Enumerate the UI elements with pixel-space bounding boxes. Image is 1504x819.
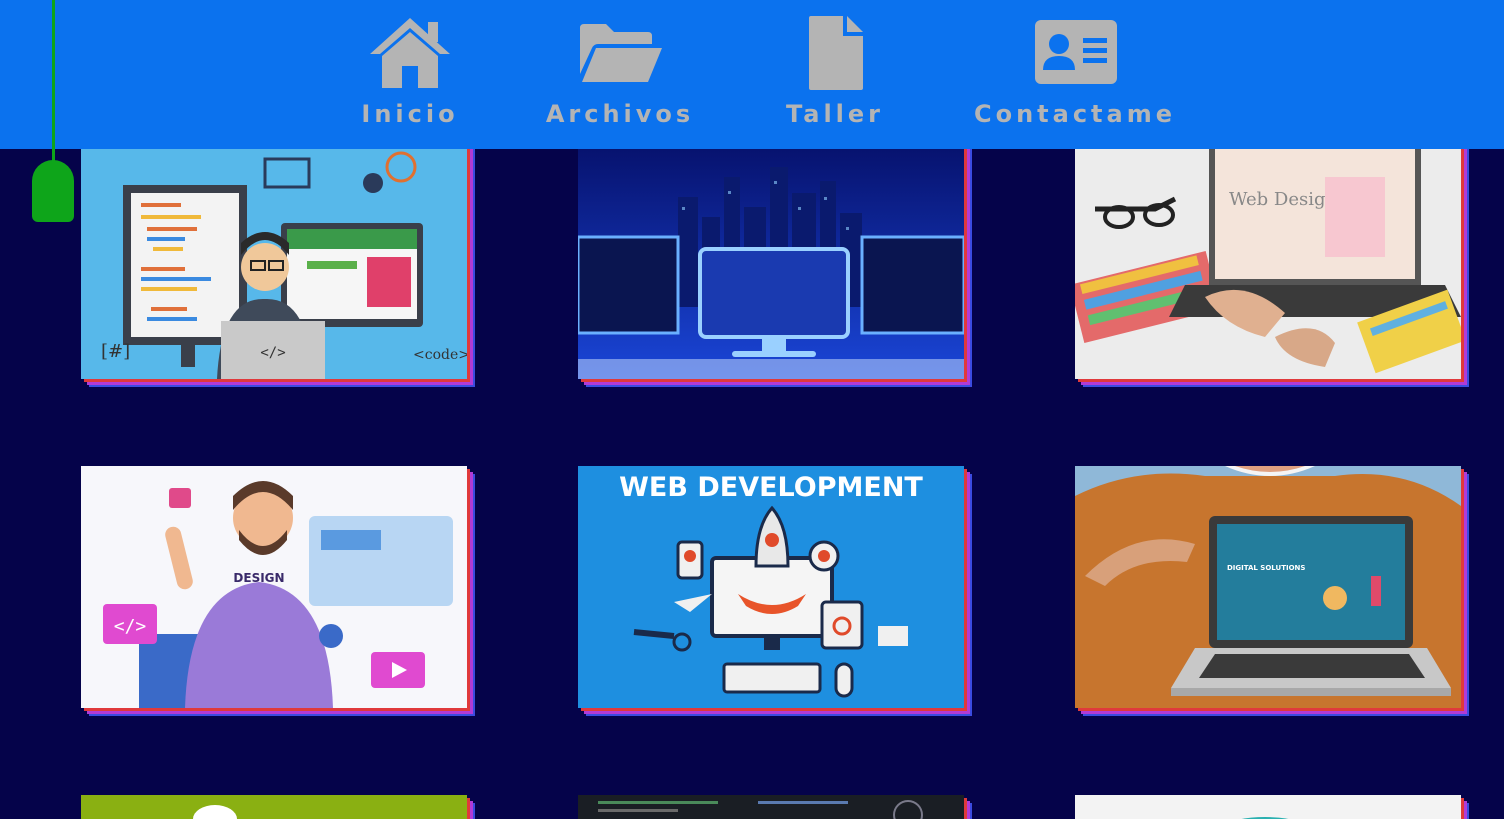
gallery-card-green[interactable] bbox=[81, 795, 467, 819]
svg-text:Web Design: Web Design bbox=[1229, 189, 1338, 210]
web-development-illustration: WEB DEVELOPMENT bbox=[578, 466, 964, 708]
scroll-handle[interactable] bbox=[32, 160, 74, 222]
nav-item-inicio[interactable]: Inicio bbox=[350, 0, 470, 149]
gallery-card-programmer[interactable]: </> [#] <code> bbox=[81, 137, 467, 379]
light-card-image bbox=[1075, 795, 1461, 819]
svg-text:</>: </> bbox=[114, 616, 147, 637]
gallery-card-web-design[interactable]: Web Design bbox=[1075, 137, 1461, 379]
gallery-card-designer[interactable]: </> DESIGN bbox=[81, 466, 467, 708]
top-navbar: Inicio Archivos Taller Contactame bbox=[0, 0, 1504, 149]
nav-item-contactame[interactable]: Contactame bbox=[965, 0, 1185, 149]
svg-text:</>: </> bbox=[260, 345, 285, 361]
file-icon bbox=[807, 14, 865, 96]
folder-open-icon bbox=[578, 14, 664, 88]
nav-label-archivos: Archivos bbox=[545, 100, 695, 128]
green-card-image bbox=[81, 795, 467, 819]
home-icon bbox=[368, 14, 452, 94]
svg-text:[#]: [#] bbox=[101, 341, 130, 362]
dark-code-image bbox=[578, 795, 964, 819]
city-monitors-image bbox=[578, 137, 964, 379]
gallery-card-city-monitors[interactable] bbox=[578, 137, 964, 379]
nav-label-inicio: Inicio bbox=[361, 100, 459, 128]
contact-card-icon bbox=[1033, 14, 1119, 90]
nav-item-archivos[interactable]: Archivos bbox=[540, 0, 700, 149]
designer-illustration: </> DESIGN bbox=[81, 466, 467, 708]
gallery-card-web-development[interactable]: WEB DEVELOPMENT bbox=[578, 466, 964, 708]
gallery-card-digital-solutions[interactable]: DIGITAL SOLUTIONS bbox=[1075, 466, 1461, 708]
nav-item-taller[interactable]: Taller bbox=[775, 0, 895, 149]
nav-label-contactame: Contactame bbox=[973, 100, 1177, 128]
nav-label-taller: Taller bbox=[785, 100, 885, 128]
gallery-card-dark-code[interactable] bbox=[578, 795, 964, 819]
web-design-photo: Web Design bbox=[1075, 137, 1461, 379]
svg-text:DESIGN: DESIGN bbox=[233, 571, 284, 585]
scroll-track bbox=[52, 0, 55, 168]
digital-solutions-photo: DIGITAL SOLUTIONS bbox=[1075, 466, 1461, 708]
svg-text:<code>: <code> bbox=[413, 347, 467, 363]
svg-text:WEB DEVELOPMENT: WEB DEVELOPMENT bbox=[619, 472, 923, 503]
gallery-card-light[interactable] bbox=[1075, 795, 1461, 819]
svg-text:DIGITAL SOLUTIONS: DIGITAL SOLUTIONS bbox=[1227, 564, 1305, 572]
programmer-illustration: </> [#] <code> bbox=[81, 137, 467, 379]
